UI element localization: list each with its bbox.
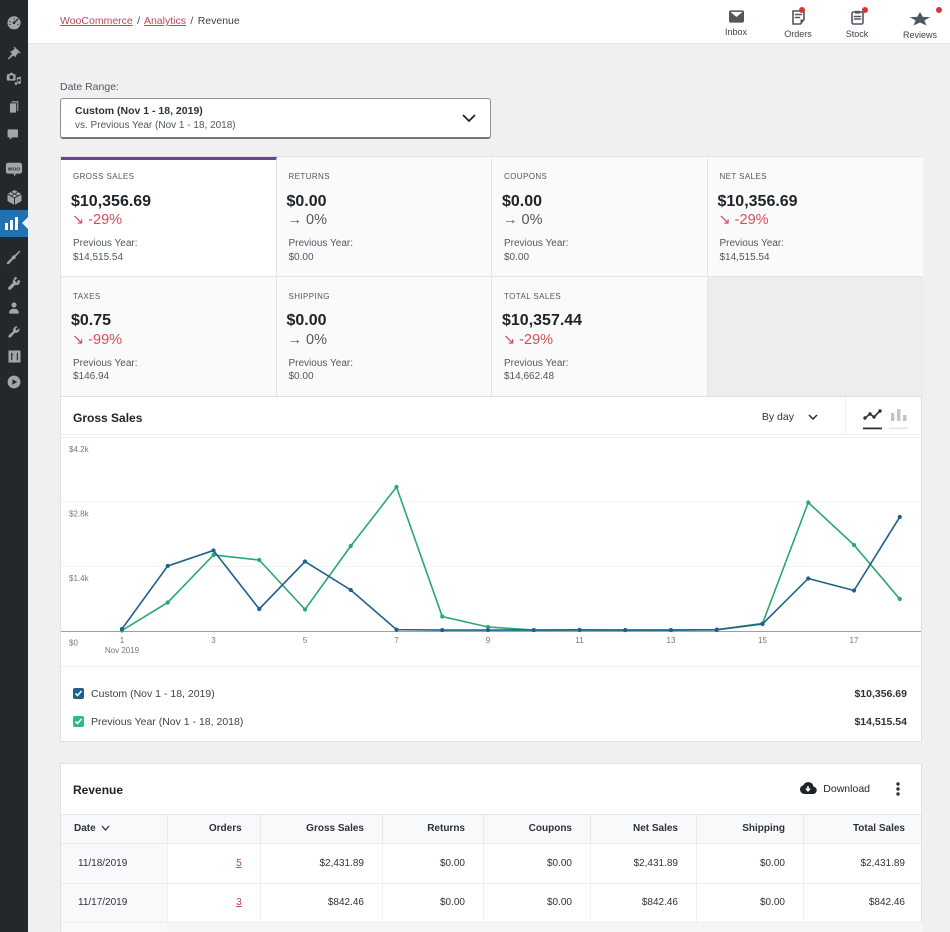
svg-text:$4.2k: $4.2k bbox=[69, 445, 90, 454]
svg-text:11: 11 bbox=[575, 636, 584, 645]
svg-text:Nov 2019: Nov 2019 bbox=[105, 646, 140, 655]
svg-text:1: 1 bbox=[120, 636, 125, 645]
svg-text:13: 13 bbox=[667, 636, 676, 645]
svg-text:5: 5 bbox=[303, 636, 308, 645]
svg-text:3: 3 bbox=[211, 636, 216, 645]
svg-text:$0: $0 bbox=[69, 639, 78, 648]
svg-text:17: 17 bbox=[850, 636, 859, 645]
svg-text:WOO: WOO bbox=[8, 166, 20, 172]
svg-text:7: 7 bbox=[394, 636, 399, 645]
svg-text:$1.4k: $1.4k bbox=[69, 574, 90, 583]
svg-text:$2.8k: $2.8k bbox=[69, 510, 90, 519]
svg-text:15: 15 bbox=[758, 636, 767, 645]
svg-text:9: 9 bbox=[486, 636, 491, 645]
